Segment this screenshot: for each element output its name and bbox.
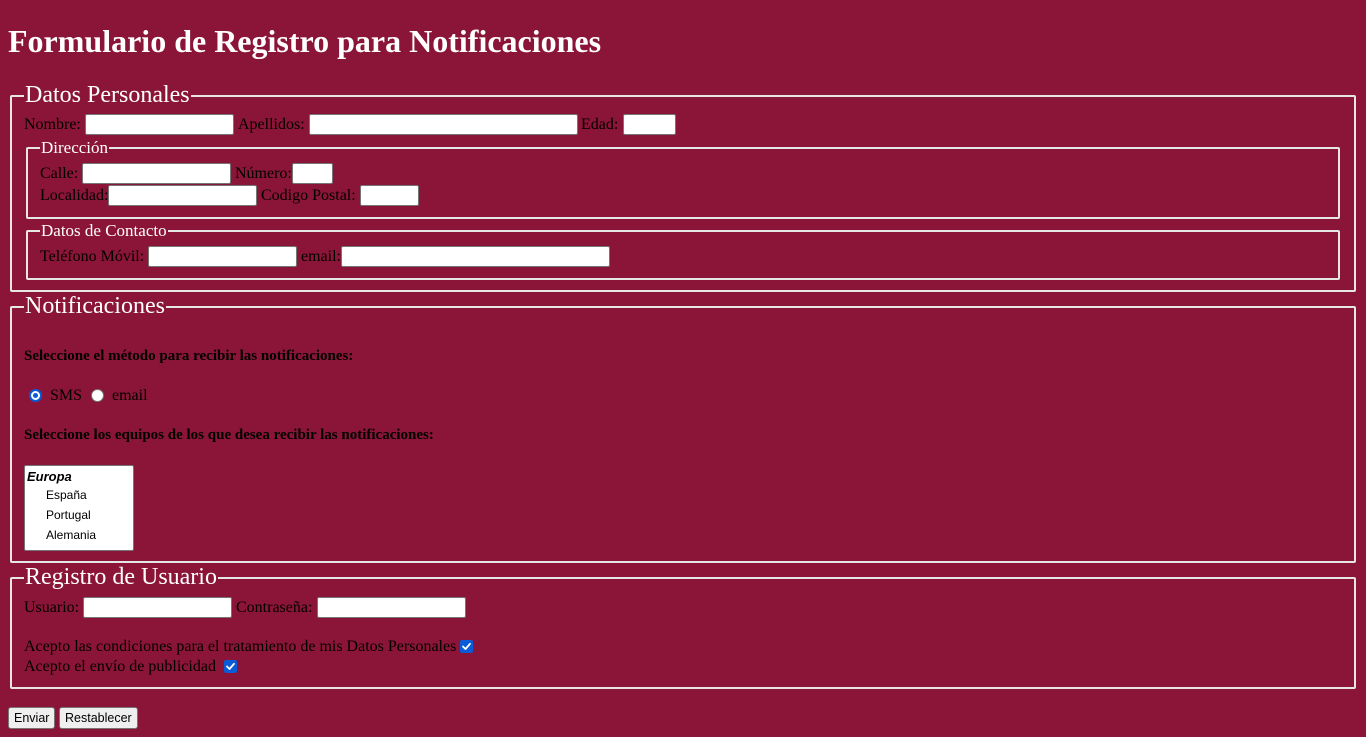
numero-input[interactable]	[292, 163, 333, 184]
option-alemania[interactable]: Alemania	[46, 528, 96, 542]
email-radio[interactable]	[91, 389, 104, 402]
option-espana[interactable]: España	[46, 488, 87, 502]
edad-label: Edad:	[581, 116, 619, 133]
email-label: email:	[301, 248, 341, 265]
legend-notificaciones: Notificaciones	[24, 293, 166, 319]
option-portugal[interactable]: Portugal	[46, 508, 91, 522]
equipos-prompt: Seleccione los equipos de los que desea …	[24, 427, 434, 443]
usuario-input[interactable]	[83, 597, 232, 618]
codigo-postal-input[interactable]	[360, 185, 419, 206]
movil-label: Teléfono Móvil:	[40, 248, 145, 265]
checkmark-icon	[462, 642, 471, 650]
nombre-label: Nombre:	[24, 116, 81, 133]
restablecer-button[interactable]: Restablecer	[59, 707, 138, 729]
password-input[interactable]	[317, 597, 466, 618]
legend-datos-personales: Datos Personales	[24, 82, 191, 108]
legend-registro-usuario: Registro de Usuario	[24, 564, 218, 590]
metodo-prompt: Seleccione el método para recibir las no…	[24, 348, 354, 364]
checkmark-icon	[226, 662, 235, 670]
sms-radio[interactable]	[29, 389, 42, 402]
acepto-datos-label: Acepto las condiciones para el tratamien…	[24, 638, 457, 655]
acepto-datos-checkbox[interactable]	[460, 640, 473, 653]
email-input[interactable]	[341, 246, 610, 267]
legend-direccion: Dirección	[40, 138, 110, 157]
acepto-publicidad-label: Acepto el envío de publicidad	[24, 658, 216, 675]
equipos-listbox[interactable]: Europa España Portugal Alemania	[24, 465, 134, 551]
email-radio-label[interactable]: email	[112, 387, 148, 405]
password-label: Contraseña:	[236, 599, 313, 616]
calle-label: Calle:	[40, 165, 79, 182]
localidad-label: Localidad:	[40, 187, 109, 204]
optgroup-europa: Europa	[27, 469, 72, 484]
apellidos-label: Apellidos:	[238, 116, 305, 133]
localidad-input[interactable]	[108, 185, 257, 206]
apellidos-input[interactable]	[309, 114, 578, 135]
edad-input[interactable]	[623, 114, 676, 135]
legend-datos-contacto: Datos de Contacto	[40, 221, 168, 240]
nombre-input[interactable]	[85, 114, 234, 135]
page-title: Formulario de Registro para Notificacion…	[8, 23, 602, 59]
movil-input[interactable]	[148, 246, 297, 267]
usuario-label: Usuario:	[24, 599, 80, 616]
calle-input[interactable]	[82, 163, 231, 184]
enviar-button[interactable]: Enviar	[8, 707, 56, 729]
codigo-postal-label: Codigo Postal:	[261, 187, 356, 204]
acepto-publicidad-checkbox[interactable]	[224, 660, 237, 673]
sms-radio-label[interactable]: SMS	[50, 387, 82, 405]
numero-label: Número:	[235, 165, 292, 182]
